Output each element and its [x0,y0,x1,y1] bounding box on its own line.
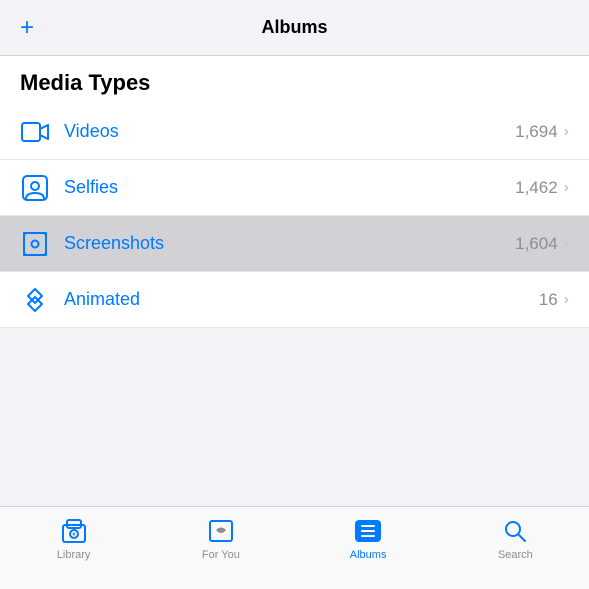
albums-icon [354,517,382,545]
videos-chevron: › [564,123,569,141]
screenshots-label: Screenshots [64,233,515,254]
animated-chevron: › [564,291,569,309]
animated-count: 16 [539,290,558,310]
for-you-icon [207,517,235,545]
screenshots-chevron: › [564,235,569,253]
add-button[interactable]: + [20,16,34,40]
tab-albums[interactable]: Albums [295,517,442,561]
screenshot-icon [20,229,50,259]
screenshots-count: 1,604 [515,234,558,254]
list-item-selfies[interactable]: Selfies 1,462 › [0,160,589,216]
tab-search[interactable]: Search [442,517,589,561]
media-types-list: Videos 1,694 › Selfies 1,462 › [0,104,589,328]
selfies-count: 1,462 [515,178,558,198]
animated-label: Animated [64,289,539,310]
animated-icon [20,285,50,315]
videos-count: 1,694 [515,122,558,142]
list-item-screenshots[interactable]: Screenshots 1,604 › [0,216,589,272]
section-header: Media Types [0,56,589,104]
library-tab-label: Library [57,549,91,561]
albums-tab-label: Albums [350,549,387,561]
tab-for-you[interactable]: For You [147,517,294,561]
for-you-tab-label: For You [202,549,240,561]
list-item-videos[interactable]: Videos 1,694 › [0,104,589,160]
library-icon [60,517,88,545]
selfie-icon [20,173,50,203]
tab-bar: Library For You Albums [0,506,589,589]
nav-title: Albums [261,17,327,38]
list-item-animated[interactable]: Animated 16 › [0,272,589,328]
selfies-label: Selfies [64,177,515,198]
selfies-chevron: › [564,179,569,197]
search-icon [501,517,529,545]
search-tab-label: Search [498,549,533,561]
video-icon [20,117,50,147]
tab-library[interactable]: Library [0,517,147,561]
nav-bar: + Albums [0,0,589,56]
videos-label: Videos [64,121,515,142]
